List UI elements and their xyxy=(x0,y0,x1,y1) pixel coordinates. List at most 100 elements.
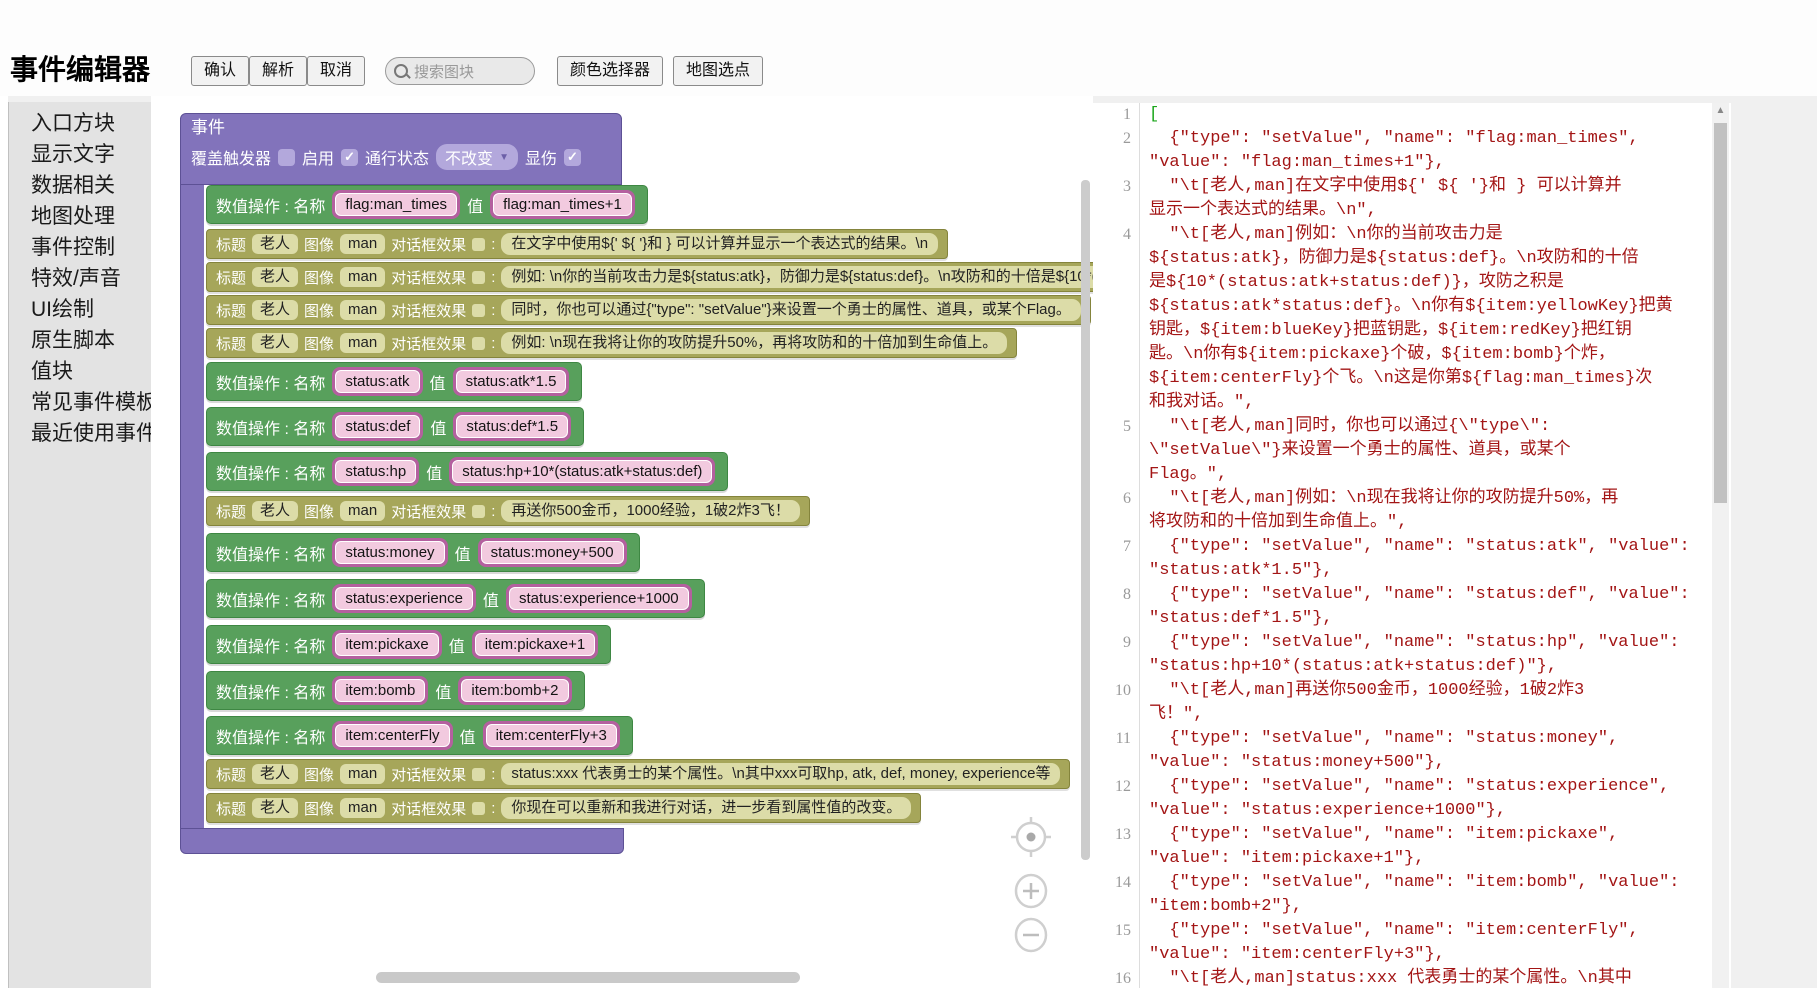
effect-checkbox[interactable] xyxy=(472,337,485,350)
setvalue-block[interactable]: 数值操作 : 名称status:money值status:money+500 xyxy=(206,533,640,572)
setvalue-block[interactable]: 数值操作 : 名称status:def值status:def*1.5 xyxy=(206,407,584,446)
value-block[interactable]: item:centerFly xyxy=(332,721,452,750)
effect-checkbox[interactable] xyxy=(472,505,485,518)
checkbox-checked[interactable]: ✓ xyxy=(341,149,358,166)
blockly-workspace[interactable]: 事件 覆盖触发器启用✓通行状态不改变▼显伤✓ 数值操作 : 名称flag:man… xyxy=(151,96,1093,988)
speaker-field[interactable]: 老人 xyxy=(252,267,298,287)
map-pick-button[interactable]: 地图选点 xyxy=(673,56,763,86)
effect-checkbox[interactable] xyxy=(472,304,485,317)
image-field[interactable]: man xyxy=(340,798,385,818)
sidebar-item-4[interactable]: 地图处理 xyxy=(9,201,151,232)
scroll-up-icon[interactable]: ▲ xyxy=(1712,105,1729,116)
dialog-text-field[interactable]: 在文字中使用${' ${ '}和 } 可以计算并显示一个表达式的结果。\n xyxy=(501,233,938,255)
dialog-text-block[interactable]: 标题老人图像man对话框效果:再送你500金币，1000经验，1破2炸3飞！ xyxy=(206,496,810,526)
sidebar-item-1[interactable]: 入口方块 xyxy=(9,108,151,139)
workspace-vertical-scrollbar[interactable] xyxy=(1081,180,1090,860)
image-label: 图像 xyxy=(304,267,334,288)
value-block[interactable]: status:atk*1.5 xyxy=(453,367,570,396)
dialog-text-block[interactable]: 标题老人图像man对话框效果:例如: \n现在我将让你的攻防提升50%，再将攻防… xyxy=(206,328,1017,358)
zoom-reset-icon xyxy=(1011,817,1051,857)
code-text: 将攻防和的十倍加到生命值上。", xyxy=(1139,511,1407,535)
image-field[interactable]: man xyxy=(340,501,385,521)
sidebar-item-10[interactable]: 常见事件模板 xyxy=(9,387,151,418)
dialog-text-block[interactable]: 标题老人图像man对话框效果:在文字中使用${' ${ '}和 } 可以计算并显… xyxy=(206,229,948,259)
speaker-field[interactable]: 老人 xyxy=(252,234,298,254)
value-block[interactable]: item:centerFly+3 xyxy=(483,721,620,750)
dialog-text-block[interactable]: 标题老人图像man对话框效果:你现在可以重新和我进行对话，进一步看到属性值的改变… xyxy=(206,793,921,823)
value-block[interactable]: status:money+500 xyxy=(478,538,627,567)
confirm-button[interactable]: 确认 xyxy=(191,56,249,86)
speaker-field[interactable]: 老人 xyxy=(252,764,298,784)
setvalue-block[interactable]: 数值操作 : 名称flag:man_times值flag:man_times+1 xyxy=(206,185,648,224)
value-block[interactable]: status:hp+10*(status:atk+status:def) xyxy=(449,457,715,486)
setvalue-block[interactable]: 数值操作 : 名称item:bomb值item:bomb+2 xyxy=(206,671,585,710)
dialog-text-block[interactable]: 标题老人图像man对话框效果:同时，你也可以通过{"type": "setVal… xyxy=(206,295,1091,325)
json-scrollbar[interactable]: ▲ xyxy=(1712,103,1729,988)
image-field[interactable]: man xyxy=(340,267,385,287)
dialog-text-field[interactable]: 再送你500金币，1000经验，1破2炸3飞！ xyxy=(501,500,799,522)
json-editor[interactable]: 1[2 {"type": "setValue", "name": "flag:m… xyxy=(1093,103,1731,988)
json-scrollbar-thumb[interactable] xyxy=(1714,123,1727,503)
checkbox-unchecked[interactable] xyxy=(278,149,295,166)
workspace-horizontal-scrollbar[interactable] xyxy=(376,972,800,983)
sidebar-item-5[interactable]: 事件控制 xyxy=(9,232,151,263)
value-block[interactable]: flag:man_times+1 xyxy=(490,190,635,219)
setvalue-block[interactable]: 数值操作 : 名称status:experience值status:experi… xyxy=(206,579,705,618)
sidebar-item-8[interactable]: 原生脚本 xyxy=(9,325,151,356)
sidebar-item-2[interactable]: 显示文字 xyxy=(9,139,151,170)
image-field[interactable]: man xyxy=(340,300,385,320)
zoom-controls[interactable] xyxy=(1007,814,1057,964)
value-block[interactable]: status:def*1.5 xyxy=(453,412,571,441)
value-block[interactable]: status:def xyxy=(332,412,423,441)
effect-checkbox[interactable] xyxy=(472,768,485,781)
code-text: "value": "status:money+500"}, xyxy=(1139,751,1445,775)
value-block[interactable]: status:hp xyxy=(332,457,419,486)
sidebar-item-9[interactable]: 值块 xyxy=(9,356,151,387)
value-block[interactable]: item:bomb+2 xyxy=(458,676,571,705)
search-input[interactable]: 搜索图块 xyxy=(385,57,535,85)
speaker-field[interactable]: 老人 xyxy=(252,333,298,353)
dialog-text-field[interactable]: 例如: \n现在我将让你的攻防提升50%，再将攻防和的十倍加到生命值上。 xyxy=(501,332,1007,354)
dialog-text-field[interactable]: 例如: \n你的当前攻击力是${status:atk}，防御力是${status… xyxy=(501,266,1093,288)
effect-checkbox[interactable] xyxy=(472,271,485,284)
sidebar-item-6[interactable]: 特效/声音 xyxy=(9,263,151,294)
value-block[interactable]: status:atk xyxy=(332,367,422,396)
speaker-field[interactable]: 老人 xyxy=(252,798,298,818)
value-block[interactable]: status:money xyxy=(332,538,447,567)
color-picker-button[interactable]: 颜色选择器 xyxy=(557,56,663,86)
image-field[interactable]: man xyxy=(340,234,385,254)
dialog-text-block[interactable]: 标题老人图像man对话框效果:status:xxx 代表勇士的某个属性。\n其中… xyxy=(206,759,1070,789)
dialog-text-field[interactable]: 同时，你也可以通过{"type": "setValue"}来设置一个勇士的属性、… xyxy=(501,299,1080,321)
value-block[interactable]: status:experience+1000 xyxy=(506,584,692,613)
setvalue-block[interactable]: 数值操作 : 名称status:hp值status:hp+10*(status:… xyxy=(206,452,728,491)
sidebar-item-7[interactable]: UI绘制 xyxy=(9,294,151,325)
parse-button[interactable]: 解析 xyxy=(249,56,307,86)
image-field[interactable]: man xyxy=(340,764,385,784)
value-block[interactable]: item:bomb xyxy=(332,676,428,705)
checkbox-checked[interactable]: ✓ xyxy=(564,149,581,166)
line-number: 7 xyxy=(1093,535,1139,559)
setvalue-block[interactable]: 数值操作 : 名称item:pickaxe值item:pickaxe+1 xyxy=(206,625,611,664)
effect-checkbox[interactable] xyxy=(472,802,485,815)
speaker-field[interactable]: 老人 xyxy=(252,300,298,320)
value-block[interactable]: item:pickaxe+1 xyxy=(472,630,598,659)
dropdown-field[interactable]: 不改变▼ xyxy=(436,144,518,170)
value-block[interactable]: status:experience xyxy=(332,584,476,613)
dialog-text-field[interactable]: status:xxx 代表勇士的某个属性。\n其中xxx可取hp, atk, d… xyxy=(501,763,1060,785)
setvalue-block[interactable]: 数值操作 : 名称item:centerFly值item:centerFly+3 xyxy=(206,716,633,755)
value-block[interactable]: flag:man_times xyxy=(332,190,460,219)
setvalue-block[interactable]: 数值操作 : 名称status:atk值status:atk*1.5 xyxy=(206,362,582,401)
value-block[interactable]: item:pickaxe xyxy=(332,630,441,659)
image-field[interactable]: man xyxy=(340,333,385,353)
sidebar-item-3[interactable]: 数据相关 xyxy=(9,170,151,201)
speaker-field[interactable]: 老人 xyxy=(252,501,298,521)
sidebar-item-11[interactable]: 最近使用事件 xyxy=(9,418,151,449)
dialog-text-field[interactable]: 你现在可以重新和我进行对话，进一步看到属性值的改变。 xyxy=(501,797,911,819)
code-line: 14 {"type": "setValue", "name": "item:bo… xyxy=(1093,871,1731,895)
effect-checkbox[interactable] xyxy=(472,238,485,251)
event-field-label: 覆盖触发器 xyxy=(191,145,271,169)
cancel-button[interactable]: 取消 xyxy=(307,56,365,86)
line-number xyxy=(1093,463,1139,487)
event-block[interactable]: 事件 覆盖触发器启用✓通行状态不改变▼显伤✓ xyxy=(180,113,622,185)
dialog-text-block[interactable]: 标题老人图像man对话框效果:例如: \n你的当前攻击力是${status:at… xyxy=(206,262,1093,292)
